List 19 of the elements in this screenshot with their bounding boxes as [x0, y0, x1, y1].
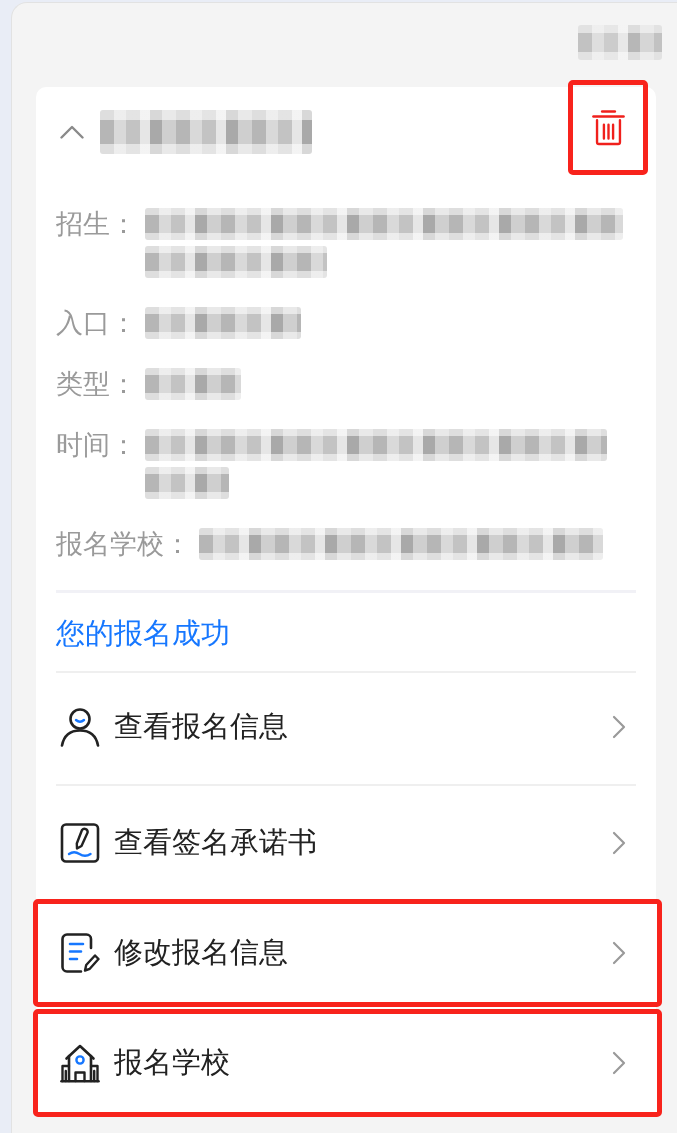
edit-document-icon — [60, 933, 100, 973]
chevron-right-icon — [612, 831, 626, 855]
status-text: 您的报名成功 — [56, 615, 231, 652]
chevron-right-icon — [612, 941, 626, 965]
field-label: 入口： — [56, 306, 137, 340]
school-building-icon — [60, 1043, 100, 1083]
chevron-right-icon — [612, 715, 626, 739]
menu-item[interactable]: 报名学校 — [33, 1009, 662, 1117]
field-label: 招生： — [56, 207, 137, 241]
person-icon — [60, 707, 100, 747]
field-label: 类型： — [56, 367, 137, 401]
delete-button[interactable] — [568, 80, 648, 175]
field-label: 时间： — [56, 428, 137, 462]
pen-document-icon — [60, 823, 100, 863]
field-label: 报名学校： — [56, 527, 191, 561]
trash-icon — [591, 109, 625, 146]
chevron-right-icon — [612, 1051, 626, 1075]
menu-item[interactable]: 修改报名信息 — [33, 899, 662, 1007]
chevron-up-icon[interactable] — [60, 125, 84, 139]
